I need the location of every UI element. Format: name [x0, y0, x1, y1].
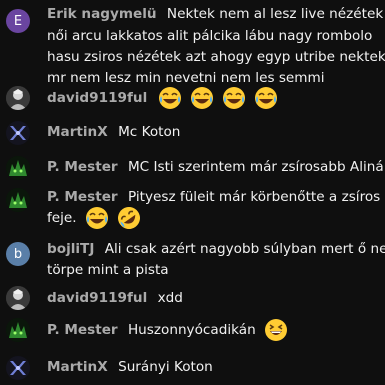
- message-text: MC Isti szerintem már zsírosabb Alinál.: [127, 159, 385, 175]
- grinning-squinting-emoji: [264, 318, 288, 342]
- avatar[interactable]: [6, 356, 30, 380]
- avatar[interactable]: [6, 286, 30, 310]
- laughing-crying-emoji: [190, 86, 214, 110]
- author-name[interactable]: P. Mester: [47, 159, 118, 175]
- message-text: Pityesz füleit már körbenőtte a zsíros: [127, 189, 381, 205]
- message-text: Mc Koton: [118, 124, 181, 140]
- message-text: Surányi Koton: [118, 359, 213, 375]
- message-text: feje.: [47, 210, 77, 226]
- author-name[interactable]: MartinX: [47, 124, 108, 140]
- laughing-crying-emoji: [254, 86, 278, 110]
- author-name[interactable]: MartinX: [47, 359, 108, 375]
- message-text: Nektek nem al lesz live nézétek a: [166, 6, 385, 22]
- author-name[interactable]: P. Mester: [47, 322, 118, 338]
- avatar[interactable]: [6, 156, 30, 180]
- author-name[interactable]: bojliTJ: [47, 241, 94, 257]
- rofl-emoji: [117, 206, 141, 230]
- avatar[interactable]: [6, 121, 30, 145]
- message-text: Ali csak azért nagyobb súlyban mert ő ne…: [104, 241, 385, 257]
- author-name[interactable]: david9119ful: [47, 90, 147, 106]
- avatar[interactable]: [6, 318, 30, 342]
- author-name[interactable]: P. Mester: [47, 189, 118, 205]
- laughing-crying-emoji: [85, 206, 109, 230]
- message-text: xdd: [157, 290, 183, 306]
- avatar[interactable]: [6, 86, 30, 110]
- message-text: törpe mint a pista: [47, 262, 169, 278]
- laughing-crying-emoji: [222, 86, 246, 110]
- message-text: Huszonnyócadikán: [127, 322, 256, 338]
- avatar[interactable]: b: [6, 242, 30, 266]
- author-name[interactable]: david9119ful: [47, 290, 147, 306]
- author-name[interactable]: Erik nagymelü: [47, 6, 157, 22]
- avatar[interactable]: E: [6, 9, 30, 33]
- live-chat: E Erik nagymelü Nektek nem al lesz live …: [0, 0, 385, 385]
- laughing-crying-emoji: [158, 86, 182, 110]
- avatar[interactable]: [6, 188, 30, 212]
- message-text: női arcu lakkatos alit pálcika lábu nagy…: [47, 28, 373, 44]
- message-text: hasu zsiros nézétek azt ahogy egyp utrib…: [47, 49, 385, 65]
- message-text: mr nem lesz min nevetni nem les semmi: [47, 70, 325, 86]
